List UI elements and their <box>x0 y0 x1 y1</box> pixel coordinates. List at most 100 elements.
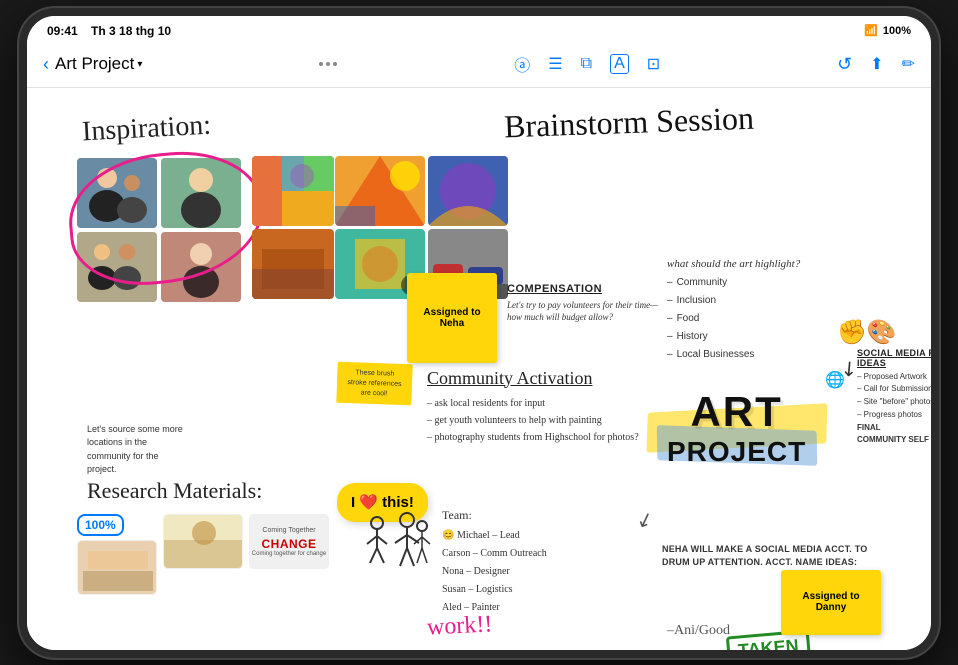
draw-tool-icon[interactable]: ⓐ <box>514 52 530 76</box>
compensation-box: COMPENSATION Let's try to pay volunteers… <box>507 283 667 324</box>
sticky-name-danny: Danny <box>816 602 847 613</box>
social-media-title-text: SOCIAL MEDIA POST IDEAS <box>857 348 931 368</box>
image-tool-icon[interactable]: ⊡ <box>647 54 660 74</box>
thumb-1[interactable] <box>77 540 157 595</box>
art-highlight-section: what should the art highlight? – Communi… <box>667 258 867 364</box>
edit-button[interactable]: ✏ <box>902 54 915 74</box>
back-button[interactable]: ‹ <box>43 54 49 75</box>
social-item-5: FINAL <box>857 422 931 435</box>
sticky-label-neha: Assigned to <box>423 307 480 318</box>
check-icon-4: – <box>667 328 673 346</box>
sticky-name-neha: Neha <box>440 318 464 329</box>
sticky-note-neha: Assigned to Neha <box>407 273 497 363</box>
thumb-with-badge: 100% <box>77 514 157 595</box>
community-title: Community Activation <box>427 368 647 389</box>
signature: –Ani/Good <box>667 623 730 639</box>
brush-note-text: These brush stroke references are cool! <box>347 369 401 397</box>
document-title[interactable]: Art Project ▾ <box>55 54 142 74</box>
percentage-badge: 100% <box>77 514 124 536</box>
compensation-title: COMPENSATION <box>507 283 667 295</box>
photo-4 <box>161 232 241 302</box>
status-bar: 09:41 Th 3 18 thg 10 📶 100% <box>27 16 931 44</box>
toolbar-tools: ⓐ ☰ ⧉ A ⊡ <box>514 52 660 76</box>
doodle-svg <box>357 508 437 588</box>
dot-2 <box>326 62 330 66</box>
compensation-body-text: Let's try to pay volunteers for their ti… <box>507 300 658 323</box>
check-icon-1: – <box>667 274 673 292</box>
photo-2 <box>161 158 241 228</box>
thumb-2[interactable] <box>163 514 243 569</box>
team-member-3: Nona – Designer <box>442 563 662 581</box>
list-tool-icon[interactable]: ☰ <box>548 54 562 74</box>
device-frame: 09:41 Th 3 18 thg 10 📶 100% ‹ Art Projec… <box>19 8 939 658</box>
community-title-text: Community Activation <box>427 368 593 388</box>
art-highlight-question-text: what should the art highlight? <box>667 258 800 270</box>
battery-indicator: 100% <box>883 25 911 37</box>
compensation-title-text: COMPENSATION <box>507 283 602 295</box>
photo-3 <box>77 232 157 302</box>
wifi-icon: 📶 <box>864 24 878 37</box>
screen: 09:41 Th 3 18 thg 10 📶 100% ‹ Art Projec… <box>27 16 931 650</box>
bottom-scrawl-text: work <box>426 612 477 641</box>
artwork-photo-2 <box>335 156 425 226</box>
community-list: – ask local residents for input – get yo… <box>427 395 647 446</box>
status-time: 09:41 Th 3 18 thg 10 <box>47 24 171 38</box>
text-tool-icon[interactable]: A <box>610 54 629 74</box>
research-title-text: Research Materials: <box>87 478 262 503</box>
team-section: Team: 😊 Michael – Lead Carson – Comm Out… <box>442 508 662 617</box>
social-item-6: COMMUNITY SELF <box>857 434 931 447</box>
toolbar-overflow-dots[interactable] <box>319 62 337 66</box>
check-icon-2: – <box>667 292 673 310</box>
social-item-3: – Site "before" photos <box>857 396 931 409</box>
brainstorm-title-text: Brainstorm Session <box>504 99 755 144</box>
percentage-text: 100% <box>85 518 116 532</box>
sticky-note-danny: Assigned to Danny <box>781 570 881 635</box>
undo-button[interactable]: ↺ <box>837 54 852 75</box>
time-display: 09:41 <box>47 24 78 38</box>
social-media-box: SOCIAL MEDIA POST IDEAS – Proposed Artwo… <box>857 348 931 448</box>
community-item-1: – ask local residents for input <box>427 395 647 412</box>
community-item-3: – photography students from Highschool f… <box>427 429 647 446</box>
art-highlight-question: what should the art highlight? <box>667 258 867 270</box>
canvas-area: Brainstorm Session Inspiration: <box>27 88 931 650</box>
social-media-list: – Proposed Artwork – Call for Submission… <box>857 371 931 448</box>
project-text: PROJECT <box>667 436 806 468</box>
date-display: Th 3 18 thg 10 <box>91 24 171 38</box>
check-icon-5: – <box>667 346 673 364</box>
taken-badge-text: TAKEN <box>737 635 799 650</box>
thumb-change-book[interactable]: Coming Together CHANGE Coming together f… <box>249 514 329 569</box>
team-member-2: Carson – Comm Outreach <box>442 545 662 563</box>
artwork-photo-3 <box>428 156 508 226</box>
change-label-text: CHANGE <box>261 537 316 551</box>
artwork-photo-1 <box>252 156 334 226</box>
social-item-2: – Call for Submissions <box>857 383 931 396</box>
toolbar-actions: ↺ ⬆ ✏ <box>837 54 915 75</box>
artwork-photo-4 <box>252 229 334 299</box>
title-chevron-icon: ▾ <box>137 59 142 70</box>
layers-tool-icon[interactable]: ⧉ <box>581 55 592 73</box>
photo-1 <box>77 158 157 228</box>
people-photos-group <box>77 158 241 302</box>
community-item-2: – get youth volunteers to help with pain… <box>427 412 647 429</box>
toolbar: ‹ Art Project ▾ ⓐ ☰ ⧉ A <box>27 44 931 88</box>
sticky-neha-text: Assigned to Neha <box>423 307 480 329</box>
team-title: Team: <box>442 508 662 523</box>
toolbar-left: ‹ Art Project ▾ <box>43 54 142 75</box>
title-text: Art Project <box>55 54 134 74</box>
neha-note: NEHA WILL MAKE A SOCIAL MEDIA ACCT. TO D… <box>662 543 872 570</box>
inspiration-text: Inspiration: <box>81 109 212 147</box>
share-button[interactable]: ⬆ <box>870 54 883 74</box>
change-label: CHANGE <box>261 537 316 551</box>
neha-note-text: NEHA WILL MAKE A SOCIAL MEDIA ACCT. TO D… <box>662 544 867 568</box>
bottom-thumbnails: 100% <box>77 514 329 595</box>
inspiration-title: Inspiration: <box>81 109 212 148</box>
dot-3 <box>333 62 337 66</box>
highlight-item-1: – Community <box>667 274 867 292</box>
highlight-item-5: – Local Businesses <box>667 346 867 364</box>
fist-emoji: ✊🎨 <box>837 318 897 347</box>
social-item-1: – Proposed Artwork <box>857 371 931 384</box>
art-project-logo: ART PROJECT <box>667 388 806 468</box>
status-indicators: 📶 100% <box>864 24 911 37</box>
community-activation-section: Community Activation – ask local residen… <box>427 368 647 446</box>
social-media-title: SOCIAL MEDIA POST IDEAS <box>857 348 931 368</box>
